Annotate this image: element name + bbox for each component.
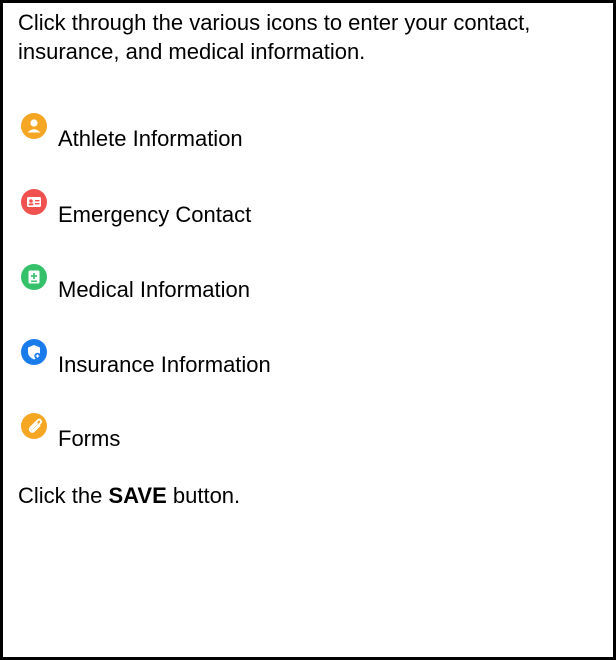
insurance-shield-icon — [20, 338, 48, 366]
insurance-information-label: Insurance Information — [58, 352, 271, 377]
intro-text: Click through the various icons to enter… — [18, 10, 531, 64]
paperclip-icon — [20, 412, 48, 440]
content-frame — [0, 0, 616, 660]
athlete-icon — [20, 112, 48, 140]
medical-kit-icon — [20, 263, 48, 291]
medical-information-label: Medical Information — [58, 277, 250, 302]
forms-label: Forms — [58, 426, 121, 451]
emergency-contact-label: Emergency Contact — [58, 202, 252, 227]
athlete-information-item: Athlete Information — [20, 112, 540, 152]
forms-item: Forms — [20, 412, 540, 452]
contact-card-icon — [20, 188, 48, 216]
save-instruction: Click the SAVE button. — [18, 483, 240, 509]
save-suffix-text: button. — [166, 483, 241, 508]
save-keyword: SAVE — [108, 483, 167, 508]
medical-information-item: Medical Information — [20, 263, 540, 303]
insurance-information-item: Insurance Information — [20, 338, 540, 378]
emergency-contact-item: Emergency Contact — [20, 188, 540, 228]
athlete-information-label: Athlete Information — [58, 126, 243, 151]
save-prefix-text: Click the — [18, 483, 109, 508]
